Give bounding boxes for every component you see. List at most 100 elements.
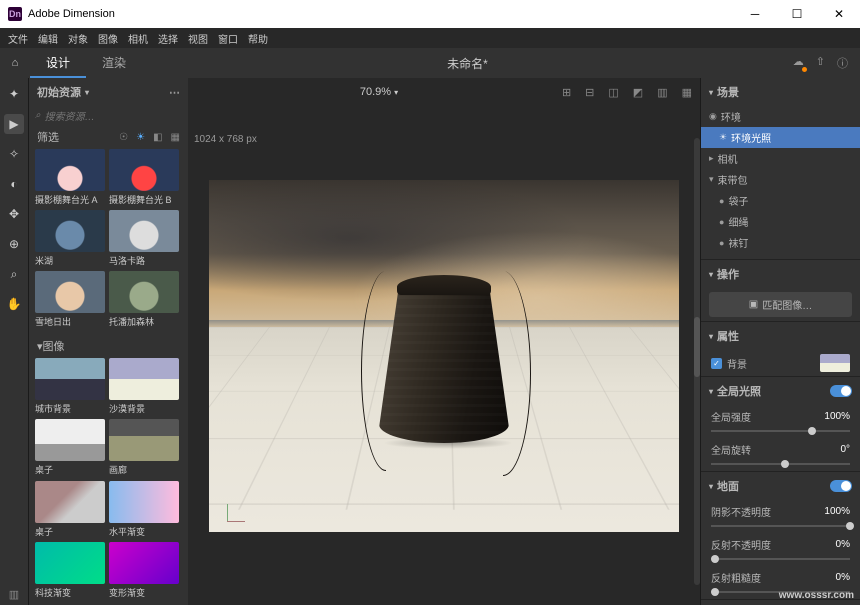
help-icon[interactable]: ⓘ <box>837 55 848 71</box>
bottom-bar-icon[interactable]: ▥ <box>0 583 28 605</box>
scene-node[interactable]: ● 袋子 <box>701 190 860 211</box>
actions-title[interactable]: 操作 <box>717 266 739 282</box>
select-tool[interactable]: ▶ <box>4 114 24 134</box>
orbit-tool[interactable]: ⊕ <box>4 234 24 254</box>
assets-title[interactable]: 初始资源 <box>37 84 81 100</box>
cloud-sync-icon[interactable]: ☁ <box>793 55 804 71</box>
asset-thumb[interactable]: 摄影棚舞台光 B <box>109 149 179 206</box>
axis-gizmo[interactable] <box>219 492 249 522</box>
chevron-down-icon[interactable]: ▾ <box>709 270 713 279</box>
global-rotation-slider[interactable] <box>711 463 850 465</box>
zoom-dropdown[interactable]: 70.9% ▾ <box>196 86 562 98</box>
share-icon[interactable]: ⇧ <box>816 55 825 71</box>
minimize-button[interactable]: ─ <box>734 0 776 28</box>
canvas-scrollbar[interactable] <box>694 138 700 585</box>
global-intensity-slider[interactable] <box>711 430 850 432</box>
menu-image[interactable]: 图像 <box>98 31 118 46</box>
menu-file[interactable]: 文件 <box>8 31 28 46</box>
assets-menu-button[interactable]: ⋯ <box>169 86 180 99</box>
asset-label: 摄影棚舞台光 B <box>109 191 179 206</box>
chevron-down-icon[interactable]: ▾ <box>709 88 713 97</box>
3d-canvas[interactable] <box>209 180 679 532</box>
scene-title[interactable]: 场景 <box>717 84 739 100</box>
menu-help[interactable]: 帮助 <box>248 31 268 46</box>
bg-checkbox[interactable]: ✓ <box>711 358 722 369</box>
menu-window[interactable]: 窗口 <box>218 31 238 46</box>
images-label[interactable]: 图像 <box>43 338 65 354</box>
scene-node[interactable]: ●袜钉 <box>701 232 860 253</box>
asset-label: 科技渐变 <box>35 584 105 599</box>
viewport-icon-2[interactable]: ⊟ <box>585 86 594 99</box>
asset-thumb[interactable]: 变形渐变 <box>109 542 179 599</box>
node-icon: ◉ <box>709 111 717 122</box>
hand-tool[interactable]: ✋ <box>4 294 24 314</box>
toolbar: ✦ ▶ ✧ ◐ ✥ ⊕ ⌕ ✋ <box>0 78 28 605</box>
scene-node[interactable]: ●细绳 <box>701 211 860 232</box>
drawstring-bag-object[interactable] <box>369 253 519 443</box>
assets-panel: 初始资源 ▾ ⋯ ⌕ 搜索资源… 筛选 ☉ ☀ ◧ ▦ 摄影棚舞台光 A 摄影棚舞… <box>28 78 188 605</box>
viewport-icon-1[interactable]: ⊞ <box>562 86 571 99</box>
filter-icon-4[interactable]: ▦ <box>171 132 180 143</box>
chevron-down-icon[interactable]: ▾ <box>709 482 713 491</box>
ground-toggle[interactable] <box>830 480 852 492</box>
asset-thumb[interactable]: 马洛卡路 <box>109 210 179 267</box>
move-tool[interactable]: ✥ <box>4 204 24 224</box>
viewport-icon-4[interactable]: ◩ <box>633 86 643 99</box>
close-button[interactable]: ✕ <box>818 0 860 28</box>
match-image-button[interactable]: ▣匹配图像… <box>709 292 852 317</box>
filter-icon-1[interactable]: ☉ <box>119 132 128 143</box>
asset-thumb[interactable]: 沙漠背景 <box>109 358 179 415</box>
scene-node[interactable]: ☀环境光照 <box>701 127 860 148</box>
maximize-button[interactable]: ☐ <box>776 0 818 28</box>
menu-view[interactable]: 视图 <box>188 31 208 46</box>
asset-thumb[interactable]: 桌子 <box>35 481 105 538</box>
asset-thumb[interactable]: 科技渐变 <box>35 542 105 599</box>
node-icon: ● <box>719 196 724 206</box>
asset-thumb[interactable]: 画廊 <box>109 419 179 476</box>
asset-thumb[interactable]: 水平渐变 <box>109 481 179 538</box>
scene-node[interactable]: ◉ 环境 <box>701 106 860 127</box>
home-button[interactable]: ⌂ <box>0 48 30 78</box>
global-light-toggle[interactable] <box>830 385 852 397</box>
chevron-down-icon[interactable]: ▾ <box>709 387 713 396</box>
menu-edit[interactable]: 编辑 <box>38 31 58 46</box>
tab-render[interactable]: 渲染 <box>86 48 142 78</box>
search-input[interactable]: ⌕ 搜索资源… <box>35 108 182 123</box>
wand-tool[interactable]: ✧ <box>4 144 24 164</box>
chevron-down-icon[interactable]: ▾ <box>709 332 713 341</box>
menu-camera[interactable]: 相机 <box>128 31 148 46</box>
node-label: 袋子 <box>728 193 748 208</box>
menu-object[interactable]: 对象 <box>68 31 88 46</box>
zoom-tool[interactable]: ⌕ <box>4 264 24 284</box>
asset-label: 摄影棚舞台光 A <box>35 191 105 206</box>
bg-thumbnail[interactable] <box>820 354 850 372</box>
node-label: 环境 <box>721 109 741 124</box>
tab-design[interactable]: 设计 <box>30 48 86 78</box>
asset-thumb[interactable]: 雪地日出 <box>35 271 105 328</box>
filter-label[interactable]: 筛选 <box>37 129 59 145</box>
props-title[interactable]: 属性 <box>717 328 739 344</box>
asset-thumb[interactable]: 米湖 <box>35 210 105 267</box>
asset-thumb[interactable]: 托潘加森林 <box>109 271 179 328</box>
ground-title[interactable]: 地面 <box>717 478 830 494</box>
viewport-icon-6[interactable]: ▦ <box>682 86 692 99</box>
asset-thumb[interactable]: 摄影棚舞台光 A <box>35 149 105 206</box>
asset-thumb[interactable]: 桌子 <box>35 419 105 476</box>
scene-node[interactable]: ▾束带包 <box>701 169 860 190</box>
chevron-down-icon[interactable]: ▾ <box>85 88 89 97</box>
node-icon: ☀ <box>719 132 727 143</box>
shadow-opacity-slider[interactable] <box>711 525 850 527</box>
refl-opacity-slider[interactable] <box>711 558 850 560</box>
add-tool[interactable]: ✦ <box>4 84 24 104</box>
asset-label: 雪地日出 <box>35 313 105 328</box>
global-light-title[interactable]: 全局光照 <box>717 383 830 399</box>
viewport-icon-5[interactable]: ▥ <box>657 86 667 99</box>
viewport-icon-3[interactable]: ◫ <box>608 86 618 99</box>
asset-thumb[interactable]: 城市背景 <box>35 358 105 415</box>
node-label: 细绳 <box>728 214 748 229</box>
filter-icon-2[interactable]: ☀ <box>136 132 145 143</box>
menu-select[interactable]: 选择 <box>158 31 178 46</box>
scene-node[interactable]: ▸相机 <box>701 148 860 169</box>
sampler-tool[interactable]: ◐ <box>4 174 24 194</box>
filter-icon-3[interactable]: ◧ <box>153 132 162 143</box>
